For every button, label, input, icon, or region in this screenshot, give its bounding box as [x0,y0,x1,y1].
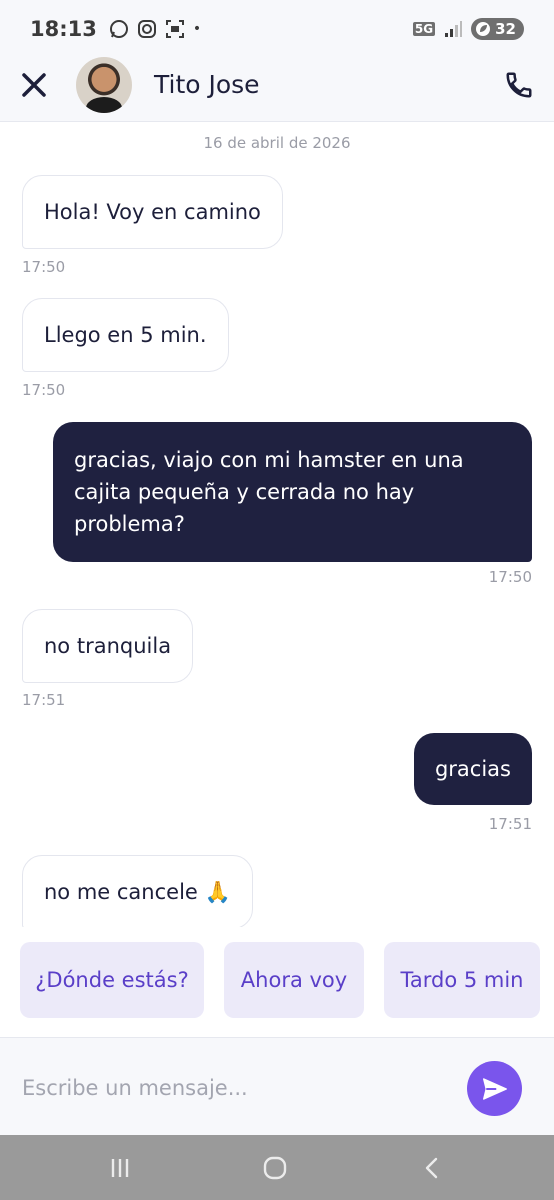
screenshot-icon [165,20,184,38]
status-time: 18:13 [30,17,97,41]
call-button[interactable] [502,68,536,102]
message-incoming[interactable]: no me cancele 🙏 [22,855,253,927]
battery-indicator: 32 [471,18,524,40]
quick-reply-chip[interactable]: Tardo 5 min [384,942,540,1018]
avatar [76,56,132,113]
home-icon [263,1156,287,1180]
message-outgoing[interactable]: gracias, viajo con mi hamster en una caj… [53,422,532,562]
message-input[interactable] [22,1068,442,1108]
battery-saver-icon [476,22,491,36]
send-icon [482,1077,507,1100]
send-button[interactable] [467,1061,522,1116]
contact-name: Tito Jose [154,70,260,99]
date-separator: 16 de abril de 2026 [203,134,351,152]
signal-icon [445,21,463,37]
message-incoming[interactable]: no tranquila [22,609,194,683]
recent-apps-button[interactable] [105,1153,135,1183]
close-button[interactable] [18,69,50,101]
close-icon [22,72,46,97]
message-composer [0,1037,554,1135]
notification-dot-icon: • [192,21,202,37]
message-incoming[interactable]: Hola! Voy en camino [22,175,283,249]
chat-header: Tito Jose [0,48,554,122]
back-button[interactable] [417,1153,447,1183]
message-outgoing[interactable]: gracias [413,733,532,805]
recent-apps-icon [111,1159,129,1177]
instagram-icon [137,20,156,38]
quick-reply-chip[interactable]: ¿Dónde estás? [20,942,204,1018]
home-button[interactable] [260,1153,290,1183]
phone-icon [506,72,532,98]
system-nav-bar [0,1135,554,1200]
battery-level: 32 [495,20,516,38]
message-incoming[interactable]: Llego en 5 min. [22,298,229,372]
back-icon [425,1157,438,1179]
whatsapp-icon [109,20,128,38]
quick-reply-chip[interactable]: Ahora voy [224,942,364,1018]
chat-thread[interactable]: 16 de abril de 2026 Hola! Voy en camino … [0,122,554,927]
message-time: 17:50 [22,381,66,399]
message-time: 17:50 [22,258,66,276]
quick-replies: ¿Dónde estás? Ahora voy Tardo 5 min [0,942,554,1018]
message-time: 17:51 [488,815,532,833]
message-time: 17:50 [488,568,532,586]
network-label: 5G [412,22,436,36]
message-time: 17:51 [22,691,66,709]
